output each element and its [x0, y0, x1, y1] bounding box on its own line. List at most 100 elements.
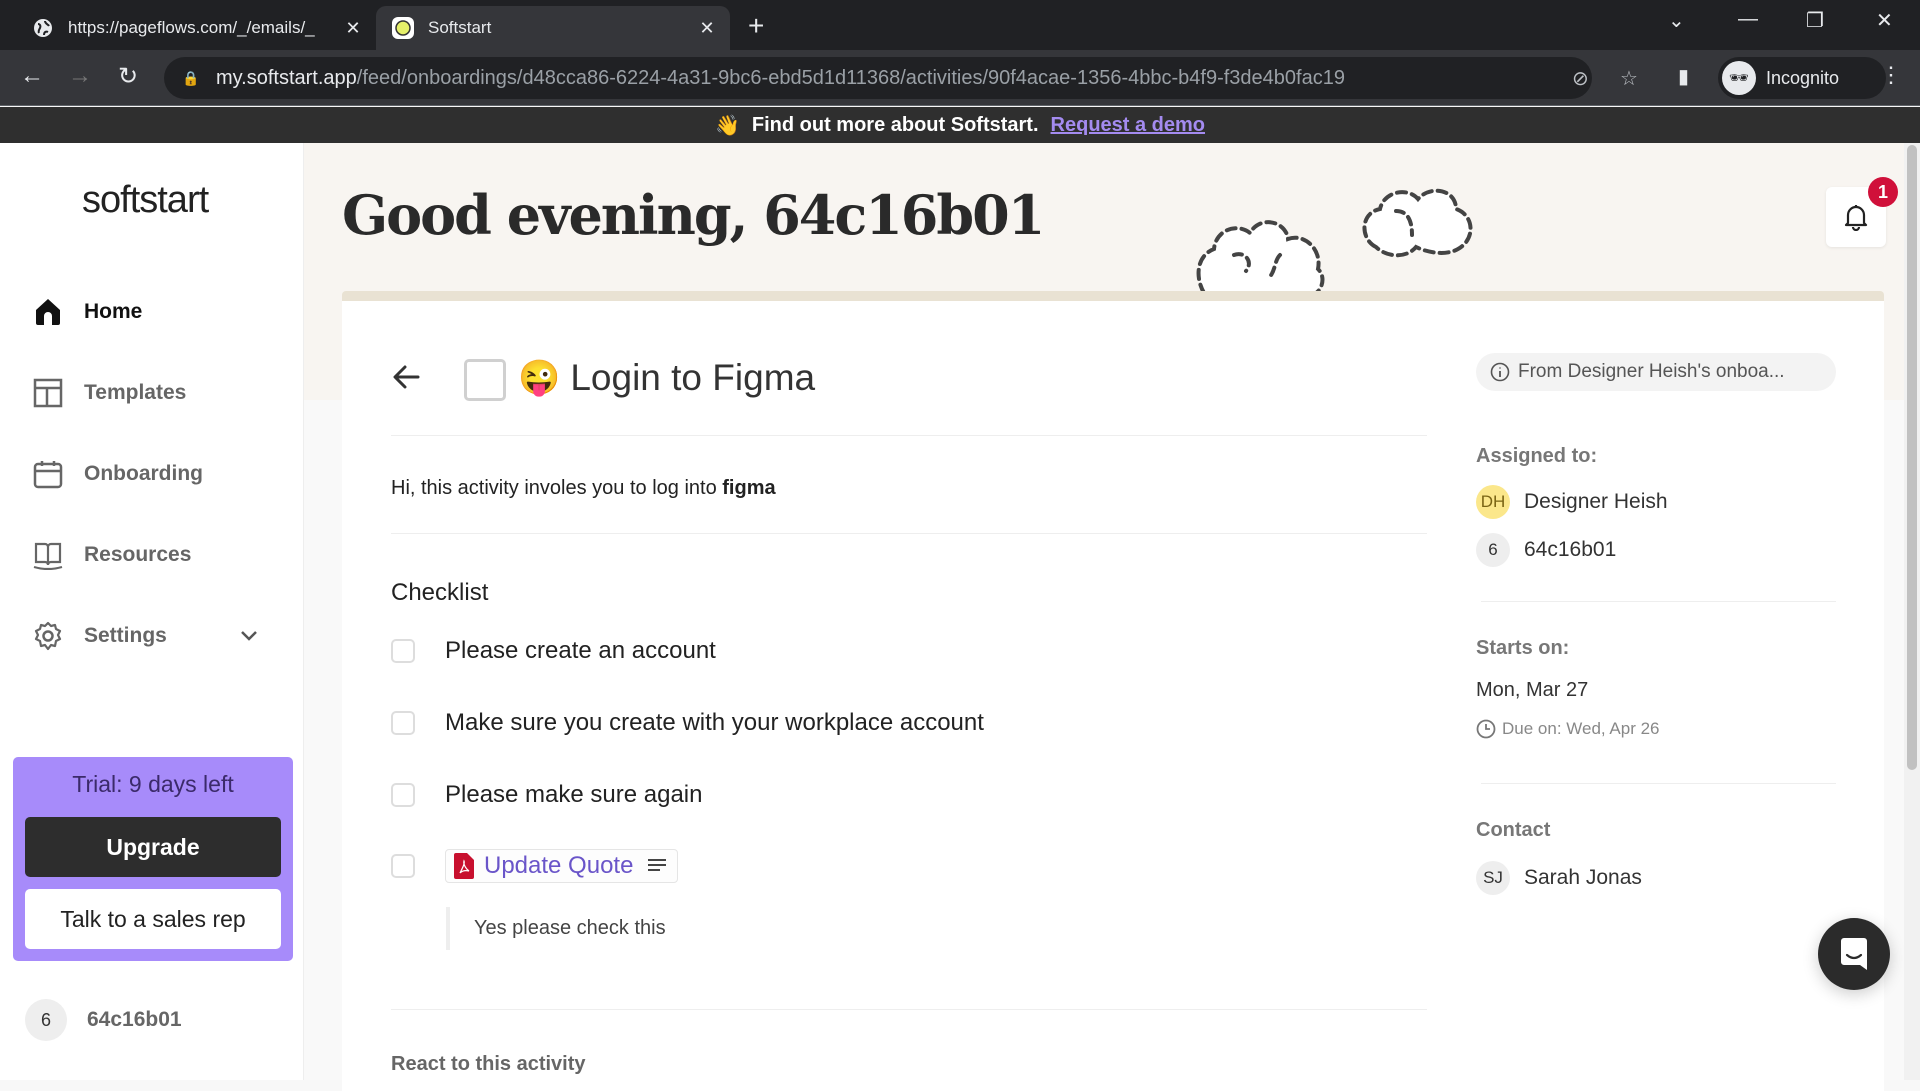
back-icon[interactable]: ← [16, 62, 48, 90]
sidebar: softstart Home Templates Onboarding Reso… [0, 143, 304, 1080]
url-text[interactable]: my.softstart.app/feed/onboardings/d48cca… [216, 67, 1345, 90]
globe-icon [32, 17, 54, 39]
checklist-item-file: Update Quote [391, 849, 679, 883]
talk-to-sales-button[interactable]: Talk to a sales rep [25, 889, 281, 949]
page-scrollbar[interactable] [1904, 143, 1920, 1080]
sidebar-item-settings[interactable]: Settings [32, 616, 272, 656]
side-panel-icon[interactable]: ▮ [1678, 64, 1689, 89]
scrollbar-thumb[interactable] [1907, 145, 1917, 770]
new-tab-button[interactable]: + [748, 10, 764, 42]
checklist-item: Please create an account [391, 637, 716, 665]
tab-title: Softstart [428, 18, 492, 37]
start-date: Mon, Mar 27 [1476, 679, 1589, 701]
request-demo-link[interactable]: Request a demo [1051, 114, 1205, 137]
activity-card: 😜 Login to Figma Hi, this activity invol… [342, 291, 1884, 1091]
assignee-item[interactable]: DH Designer Heish [1476, 485, 1668, 519]
browser-menu-icon[interactable]: ⋮ [1880, 62, 1902, 88]
browser-tab[interactable]: https://pageflows.com/_/emails/_ ✕ [16, 6, 376, 50]
checklist-checkbox[interactable] [391, 783, 415, 807]
winking-tongue-emoji-icon: 😜 [518, 359, 561, 397]
source-text: From Designer Heish's onboa... [1518, 361, 1785, 382]
assignee-item[interactable]: 6 64c16b01 [1476, 533, 1616, 567]
chevron-down-icon[interactable] [240, 624, 258, 648]
avatar: SJ [1476, 861, 1510, 895]
assignee-name: 64c16b01 [1524, 538, 1617, 561]
checklist-checkbox[interactable] [391, 711, 415, 735]
user-name: 64c16b01 [87, 1008, 182, 1031]
assigned-label: Assigned to: [1476, 445, 1598, 467]
lock-icon: 🔒 [182, 69, 200, 86]
activity-complete-checkbox[interactable] [464, 359, 506, 401]
close-window-button[interactable]: ✕ [1876, 8, 1893, 33]
file-name-link[interactable]: Update Quote [484, 852, 633, 880]
eye-slash-icon[interactable]: ⊘ [1572, 66, 1589, 91]
react-heading: React to this activity [391, 1053, 586, 1075]
checklist-label: Make sure you create with your workplace… [445, 709, 984, 736]
contact-name: Sarah Jonas [1524, 866, 1642, 889]
divider [1481, 783, 1836, 784]
activity-description: Hi, this activity involes you to log int… [391, 477, 776, 500]
softstart-logo[interactable]: softstart [82, 179, 209, 222]
calendar-icon [32, 458, 64, 490]
forward-icon[interactable]: → [64, 62, 96, 90]
sidebar-item-home[interactable]: Home [32, 292, 272, 332]
tab-search-icon[interactable]: ⌄ [1668, 8, 1685, 33]
notification-badge: 1 [1868, 177, 1898, 207]
templates-icon [32, 377, 64, 409]
activity-title-text: Login to Figma [570, 357, 816, 398]
sidebar-item-templates[interactable]: Templates [32, 373, 272, 413]
due-date: Due on: Wed, Apr 26 [1476, 719, 1660, 739]
sidebar-item-resources[interactable]: Resources [32, 535, 272, 575]
sidebar-item-label: Resources [84, 543, 192, 566]
back-arrow-icon[interactable] [392, 361, 420, 398]
restore-button[interactable]: ❐ [1806, 8, 1824, 33]
checklist-checkbox[interactable] [391, 639, 415, 663]
browser-toolbar: ← → ↻ 🔒 my.softstart.app/feed/onboarding… [0, 50, 1920, 106]
wave-emoji-icon: 👋 [714, 114, 740, 137]
divider [391, 435, 1427, 436]
avatar: 6 [1476, 533, 1510, 567]
softstart-favicon [392, 17, 414, 39]
sidebar-item-onboarding[interactable]: Onboarding [32, 454, 272, 494]
profile-label: Incognito [1766, 67, 1840, 88]
sidebar-item-label: Settings [84, 624, 167, 647]
bell-icon [1844, 205, 1868, 231]
file-attachment-chip[interactable]: Update Quote [445, 849, 679, 883]
divider [391, 533, 1427, 534]
clock-icon [1476, 719, 1496, 739]
description-text: Hi, this activity involes you to log int… [391, 477, 723, 499]
chat-icon [1841, 938, 1867, 970]
divider [391, 1009, 1427, 1010]
home-icon [32, 296, 64, 328]
checklist-checkbox[interactable] [391, 854, 415, 878]
reload-icon[interactable]: ↻ [112, 62, 144, 91]
divider [1481, 601, 1836, 602]
activity-title: 😜 Login to Figma [518, 357, 815, 399]
sidebar-item-label: Templates [84, 381, 187, 404]
chat-support-button[interactable] [1818, 918, 1890, 990]
minimize-button[interactable]: — [1738, 8, 1758, 31]
avatar: DH [1476, 485, 1510, 519]
incognito-profile-button[interactable]: 🕶 Incognito [1718, 57, 1886, 99]
promo-banner: 👋 Find out more about Softstart. Request… [0, 107, 1920, 143]
clouds-illustration [1196, 188, 1473, 295]
close-tab-icon[interactable]: ✕ [338, 18, 368, 39]
due-date-text: Due on: Wed, Apr 26 [1502, 719, 1660, 738]
tab-title: https://pageflows.com/_/emails/_ [68, 18, 315, 37]
star-icon[interactable]: ☆ [1620, 66, 1638, 91]
checklist-label: Please make sure again [445, 781, 703, 808]
checklist-item: Make sure you create with your workplace… [391, 709, 984, 737]
sidebar-item-label: Onboarding [84, 462, 203, 485]
upgrade-button[interactable]: Upgrade [25, 817, 281, 877]
source-onboarding-pill[interactable]: From Designer Heish's onboa... [1476, 353, 1836, 391]
browser-tab-active[interactable]: Softstart ✕ [376, 6, 730, 50]
checklist-item: Please make sure again [391, 781, 702, 809]
description-lines-icon [648, 859, 667, 871]
current-user[interactable]: 6 64c16b01 [25, 999, 182, 1041]
browser-tab-strip: https://pageflows.com/_/emails/_ ✕ Softs… [0, 0, 1920, 50]
address-bar[interactable]: 🔒 my.softstart.app/feed/onboardings/d48c… [164, 57, 1638, 99]
page-title: Good evening, 64c16b01 [342, 183, 1045, 247]
incognito-icon: 🕶 [1722, 61, 1756, 95]
close-tab-icon[interactable]: ✕ [692, 18, 722, 39]
contact-item[interactable]: SJ Sarah Jonas [1476, 861, 1642, 895]
